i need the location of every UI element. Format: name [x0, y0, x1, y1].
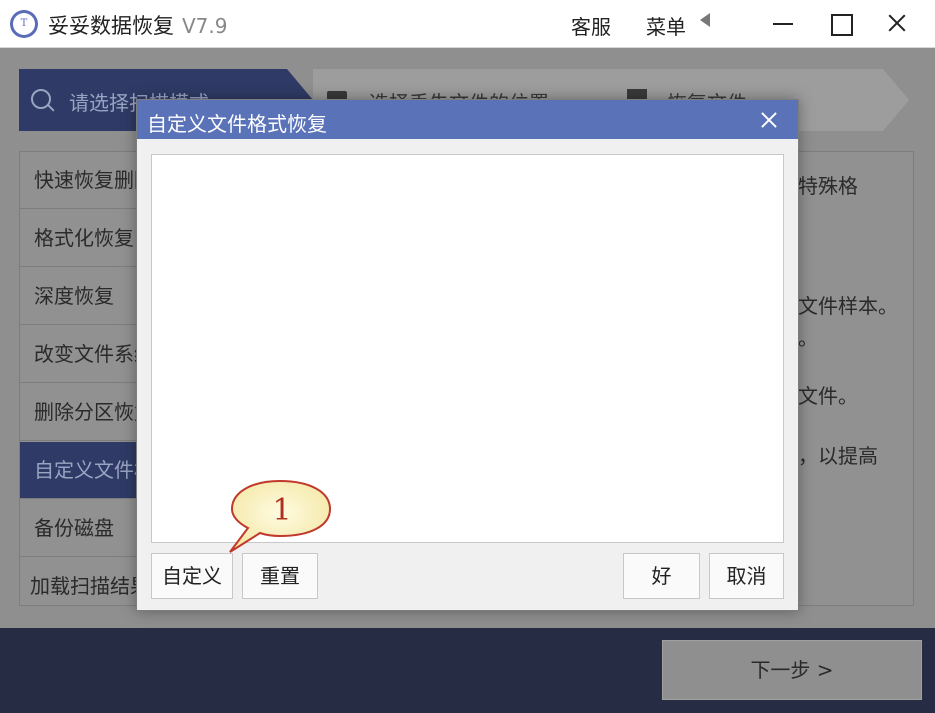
- mode-filesystem-recover[interactable]: 改变文件系统恢复: [20, 326, 136, 383]
- callout-number: 1: [272, 493, 291, 528]
- dialog-close-icon[interactable]: [757, 108, 781, 132]
- mode-format-recover[interactable]: 格式化恢复: [20, 210, 136, 267]
- description-text: 特殊格: [798, 174, 858, 198]
- minimize-button[interactable]: [768, 8, 798, 38]
- search-icon: [31, 89, 51, 109]
- dialog-title-bar: 自定义文件格式恢复: [137, 100, 798, 139]
- app-logo-icon: T: [10, 10, 38, 38]
- footer-bar: 下一步 >: [0, 628, 935, 713]
- reset-button[interactable]: 重置: [242, 553, 318, 599]
- title-bar: T 妥妥数据恢复 V7.9 客服 菜单: [0, 0, 935, 48]
- service-button[interactable]: 客服: [571, 11, 611, 40]
- custom-button[interactable]: 自定义: [151, 553, 233, 599]
- mode-load-scan[interactable]: 加载扫描结果: [20, 558, 136, 615]
- mode-deep-recover[interactable]: 深度恢复: [20, 268, 136, 325]
- ok-button[interactable]: 好: [623, 553, 700, 599]
- callout-annotation: 1: [229, 479, 332, 553]
- description-text: 文件。: [798, 384, 858, 408]
- app-title: 妥妥数据恢复 V7.9: [48, 10, 228, 40]
- description-text: 文件样本。: [798, 294, 898, 318]
- next-step-button[interactable]: 下一步 >: [662, 640, 922, 700]
- menu-button[interactable]: 菜单: [646, 11, 686, 40]
- description-text: ，以提高: [798, 444, 878, 468]
- app-version: V7.9: [182, 14, 228, 38]
- app-name: 妥妥数据恢复: [48, 14, 174, 38]
- menu-arrow-icon[interactable]: [700, 13, 710, 27]
- dialog-title: 自定义文件格式恢复: [147, 112, 327, 136]
- maximize-button[interactable]: [825, 8, 855, 38]
- description-text: 。: [798, 326, 818, 350]
- mode-quick-recover[interactable]: 快速恢复删除的文件: [20, 152, 136, 209]
- cancel-button[interactable]: 取消: [709, 553, 784, 599]
- app-logo-text: T: [13, 13, 35, 35]
- mode-list: 快速恢复删除的文件 格式化恢复 深度恢复 改变文件系统恢复 删除分区恢复 自定义…: [20, 152, 136, 607]
- mode-backup-disk[interactable]: 备份磁盘: [20, 500, 136, 557]
- mode-partition-recover[interactable]: 删除分区恢复: [20, 384, 136, 441]
- step-3-arrow: [883, 69, 909, 131]
- mode-custom-format-recover[interactable]: 自定义文件格式恢复: [20, 442, 136, 499]
- close-window-button[interactable]: [882, 8, 912, 38]
